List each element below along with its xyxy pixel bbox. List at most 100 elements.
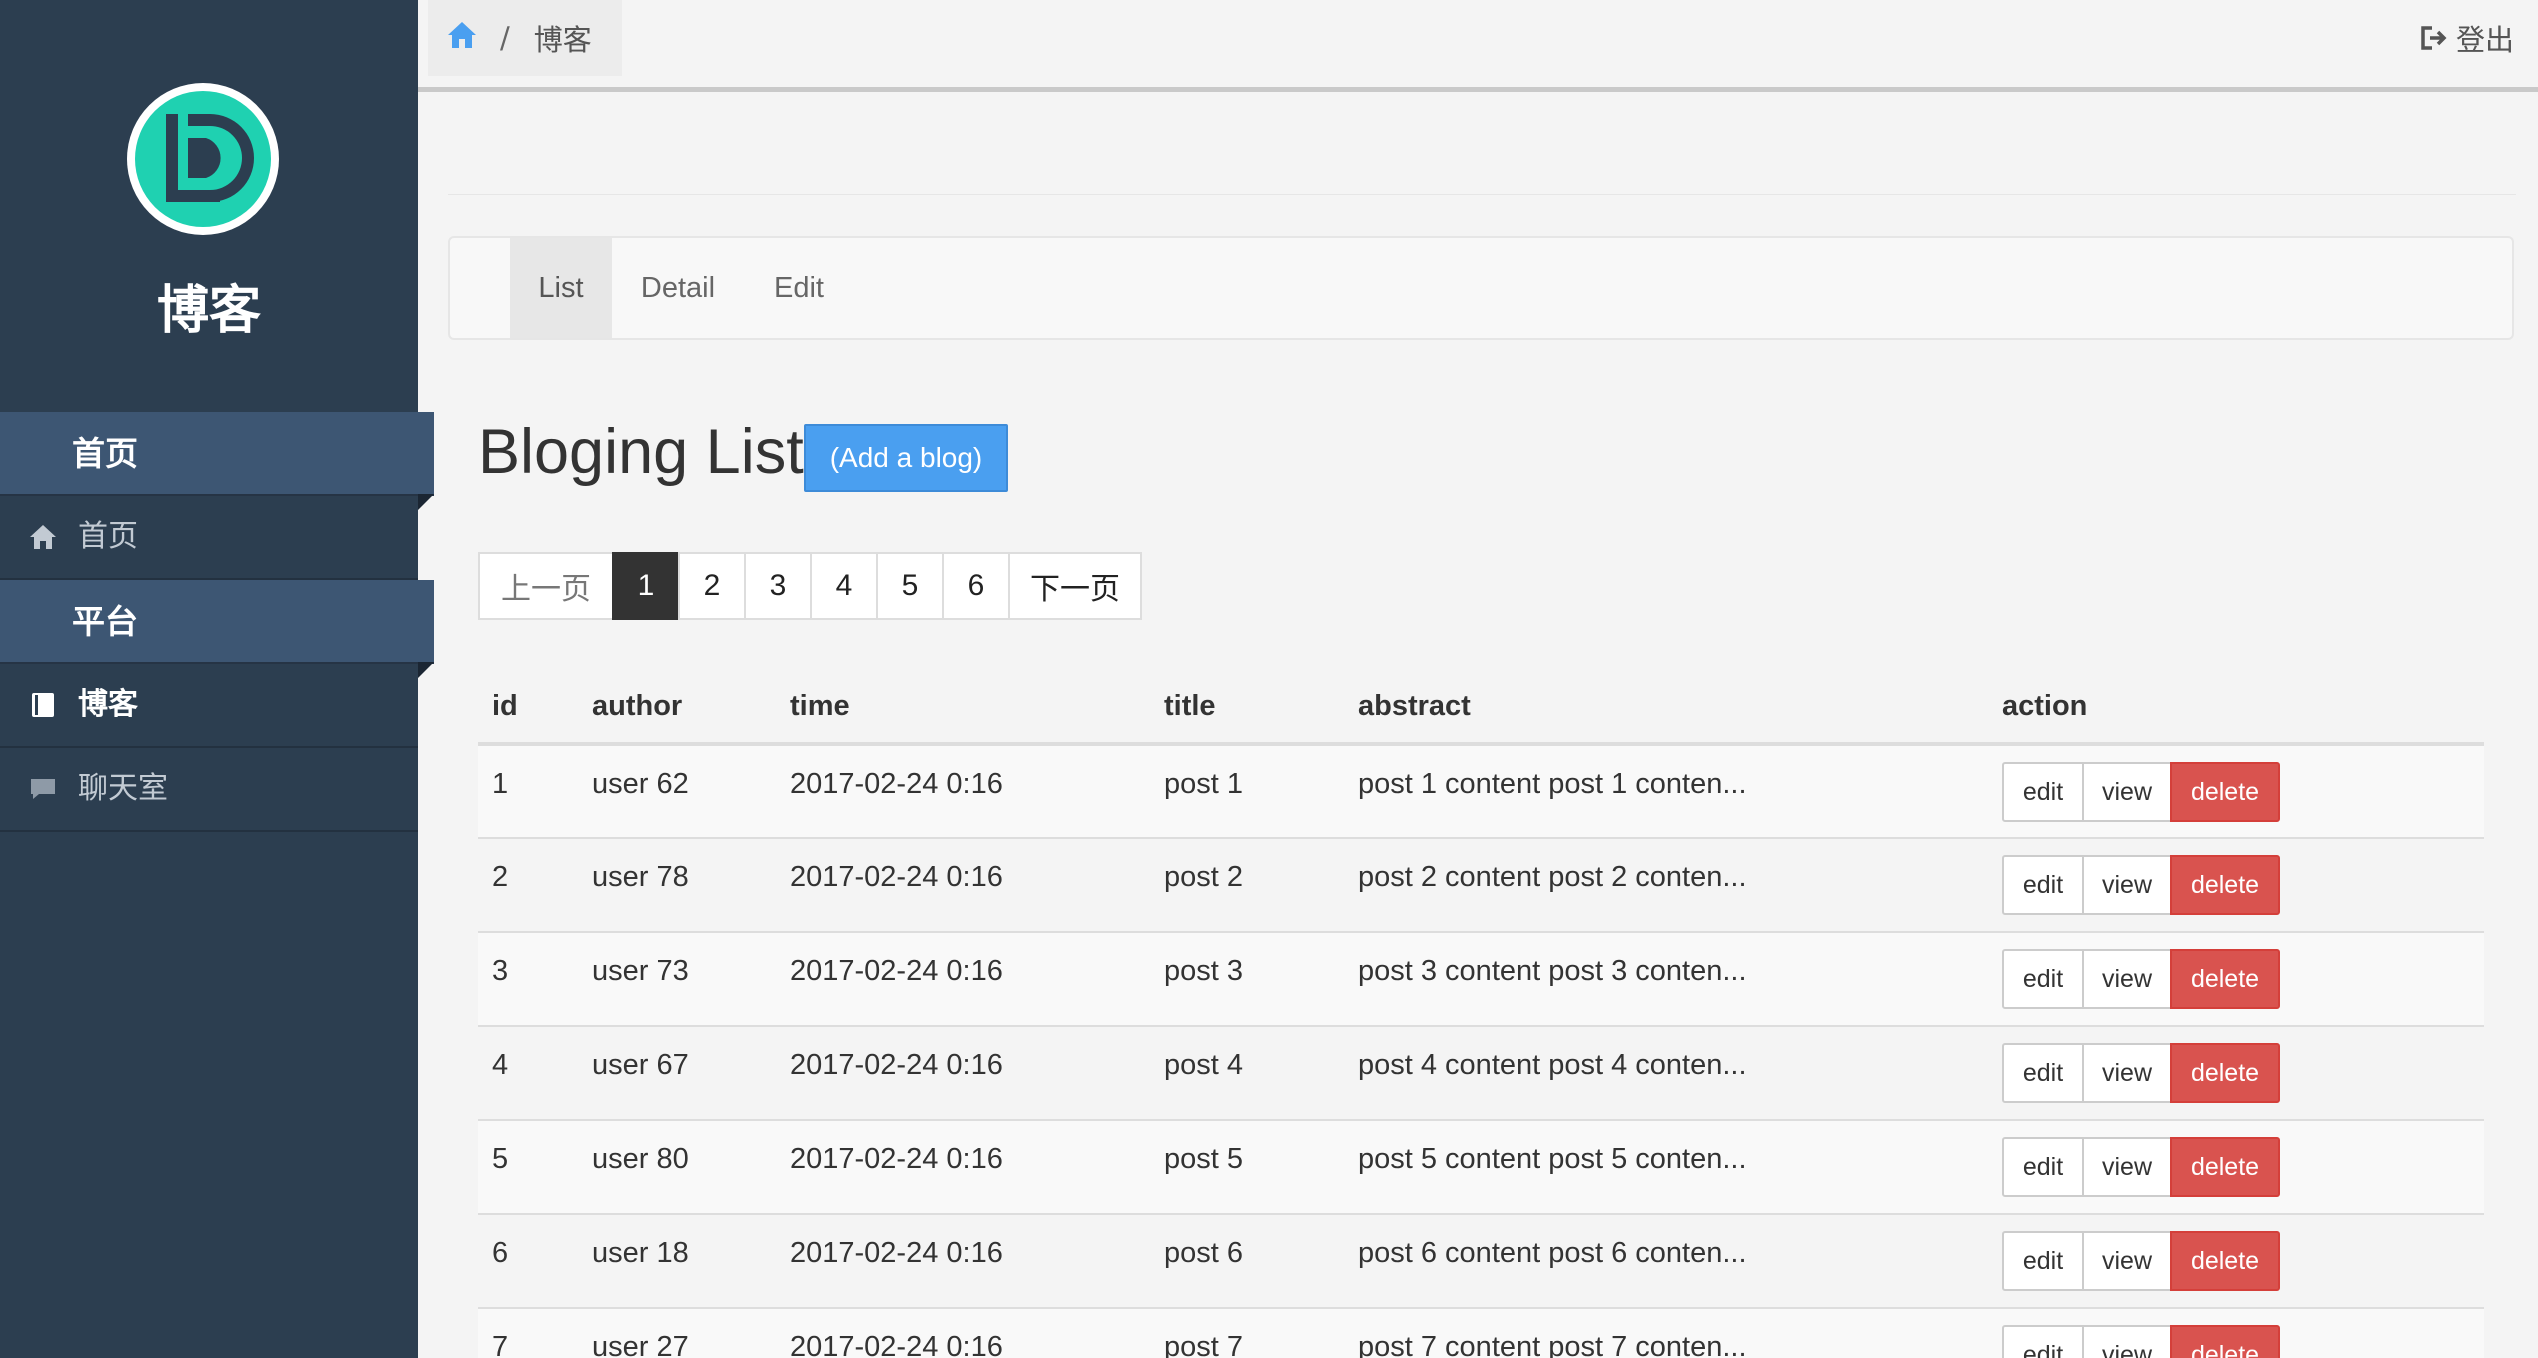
cell-id: 6 [478,1214,578,1309]
edit-button[interactable]: edit [2002,1231,2084,1291]
page-title: Bloging List [478,417,804,487]
nav-section-platform: 平台 [0,580,434,678]
edit-button[interactable]: edit [2002,1137,2084,1197]
cell-action: edit view delete [1988,1308,2484,1358]
sign-out-icon [2418,24,2448,52]
sidebar-item-label: 聊天室 [78,771,168,806]
edit-button[interactable]: edit [2002,949,2084,1009]
cell-author: user 78 [578,838,776,933]
cell-author: user 80 [578,1120,776,1215]
add-blog-button[interactable]: (Add a blog) [804,424,1008,492]
delete-button[interactable]: delete [2170,1325,2280,1358]
cell-time: 2017-02-24 0:16 [776,838,1150,933]
cell-title: post 1 [1150,744,1344,839]
delete-button[interactable]: delete [2170,855,2280,915]
delete-button[interactable]: delete [2170,1043,2280,1103]
cell-abstract: post 4 content post 4 conten... [1344,1026,1988,1121]
table-header-row: id author time title abstract action [478,670,2484,746]
tab-edit[interactable]: Edit [744,238,854,338]
column-header-abstract: abstract [1344,670,1988,746]
page-button-6[interactable]: 6 [942,552,1010,620]
view-button[interactable]: view [2082,762,2172,822]
prev-page-button[interactable]: 上一页 [478,552,614,620]
cell-id: 3 [478,932,578,1027]
cell-abstract: post 7 content post 7 conten... [1344,1308,1988,1358]
cell-title: post 4 [1150,1026,1344,1121]
sidebar-item-home[interactable]: 首页 [0,496,418,580]
breadcrumb-current: 博客 [533,23,592,57]
view-button[interactable]: view [2082,1325,2172,1358]
chat-icon [28,774,58,804]
breadcrumb: / 博客 [428,0,622,76]
view-button[interactable]: view [2082,1231,2172,1291]
row-action-group: edit view delete [2002,855,2484,915]
table-row: 7 user 27 2017-02-24 0:16 post 7 post 7 cont… [478,1308,2484,1358]
sidebar: 博客 首页 首页 平台 博客 聊天室 [0,0,434,1358]
page-button-2[interactable]: 2 [678,552,746,620]
topbar: / 博客 登出 [418,0,2538,92]
cell-time: 2017-02-24 0:16 [776,1120,1150,1215]
view-button[interactable]: view [2082,855,2172,915]
next-page-button[interactable]: 下一页 [1008,552,1142,620]
sidebar-item-blog[interactable]: 博客 [0,664,418,748]
page-button-3[interactable]: 3 [744,552,812,620]
row-action-group: edit view delete [2002,949,2484,1009]
delete-button[interactable]: delete [2170,1231,2280,1291]
brand-title: 博客 [156,281,261,341]
cell-abstract: post 1 content post 1 conten... [1344,744,1988,839]
table-row: 6 user 18 2017-02-24 0:16 post 6 post 6 cont… [478,1214,2484,1309]
page-button-1[interactable]: 1 [612,552,680,620]
cell-title: post 5 [1150,1120,1344,1215]
column-header-time: time [776,670,1150,746]
cell-author: user 67 [578,1026,776,1121]
row-action-group: edit view delete [2002,1231,2484,1291]
cell-action: edit view delete [1988,1120,2484,1215]
edit-button[interactable]: edit [2002,762,2084,822]
cell-action: edit view delete [1988,744,2484,839]
blog-table: id author time title abstract action 1 us… [478,670,2484,1358]
edit-button[interactable]: edit [2002,855,2084,915]
view-button[interactable]: view [2082,1043,2172,1103]
cell-abstract: post 5 content post 5 conten... [1344,1120,1988,1215]
sidebar-nav: 首页 首页 平台 博客 聊天室 [0,412,434,832]
delete-button[interactable]: delete [2170,1137,2280,1197]
logout-button[interactable]: 登出 [2418,0,2514,76]
row-action-group: edit view delete [2002,1325,2484,1358]
page-button-4[interactable]: 4 [810,552,878,620]
cell-author: user 62 [578,744,776,839]
cell-time: 2017-02-24 0:16 [776,744,1150,839]
cell-author: user 18 [578,1214,776,1309]
sidebar-item-chatroom[interactable]: 聊天室 [0,748,418,832]
view-button[interactable]: view [2082,949,2172,1009]
cell-action: edit view delete [1988,1214,2484,1309]
logout-label: 登出 [2455,23,2514,57]
cell-author: user 73 [578,932,776,1027]
view-button[interactable]: view [2082,1137,2172,1197]
column-header-author: author [578,670,776,746]
table-row: 3 user 73 2017-02-24 0:16 post 3 post 3 cont… [478,932,2484,1027]
table-row: 2 user 78 2017-02-24 0:16 post 2 post 2 cont… [478,838,2484,933]
delete-button[interactable]: delete [2170,762,2280,822]
cell-abstract: post 6 content post 6 conten... [1344,1214,1988,1309]
sidebar-item-label: 首页 [78,519,138,554]
column-header-title: title [1150,670,1344,746]
nav-section-home: 首页 [0,412,434,510]
tab-list[interactable]: List [510,238,612,338]
cell-id: 2 [478,838,578,933]
tab-detail[interactable]: Detail [612,238,744,338]
edit-button[interactable]: edit [2002,1043,2084,1103]
page-button-5[interactable]: 5 [876,552,944,620]
row-action-group: edit view delete [2002,1043,2484,1103]
cell-time: 2017-02-24 0:16 [776,1214,1150,1309]
cell-title: post 7 [1150,1308,1344,1358]
cell-time: 2017-02-24 0:16 [776,932,1150,1027]
delete-button[interactable]: delete [2170,949,2280,1009]
cell-action: edit view delete [1988,838,2484,933]
book-icon [28,690,58,720]
pagination: 上一页 1 2 3 4 5 6 下一页 [478,552,1142,620]
home-icon[interactable] [446,20,478,57]
cell-id: 1 [478,744,578,839]
column-header-action: action [1988,670,2484,746]
tab-bar: List Detail Edit [448,236,2514,340]
edit-button[interactable]: edit [2002,1325,2084,1358]
